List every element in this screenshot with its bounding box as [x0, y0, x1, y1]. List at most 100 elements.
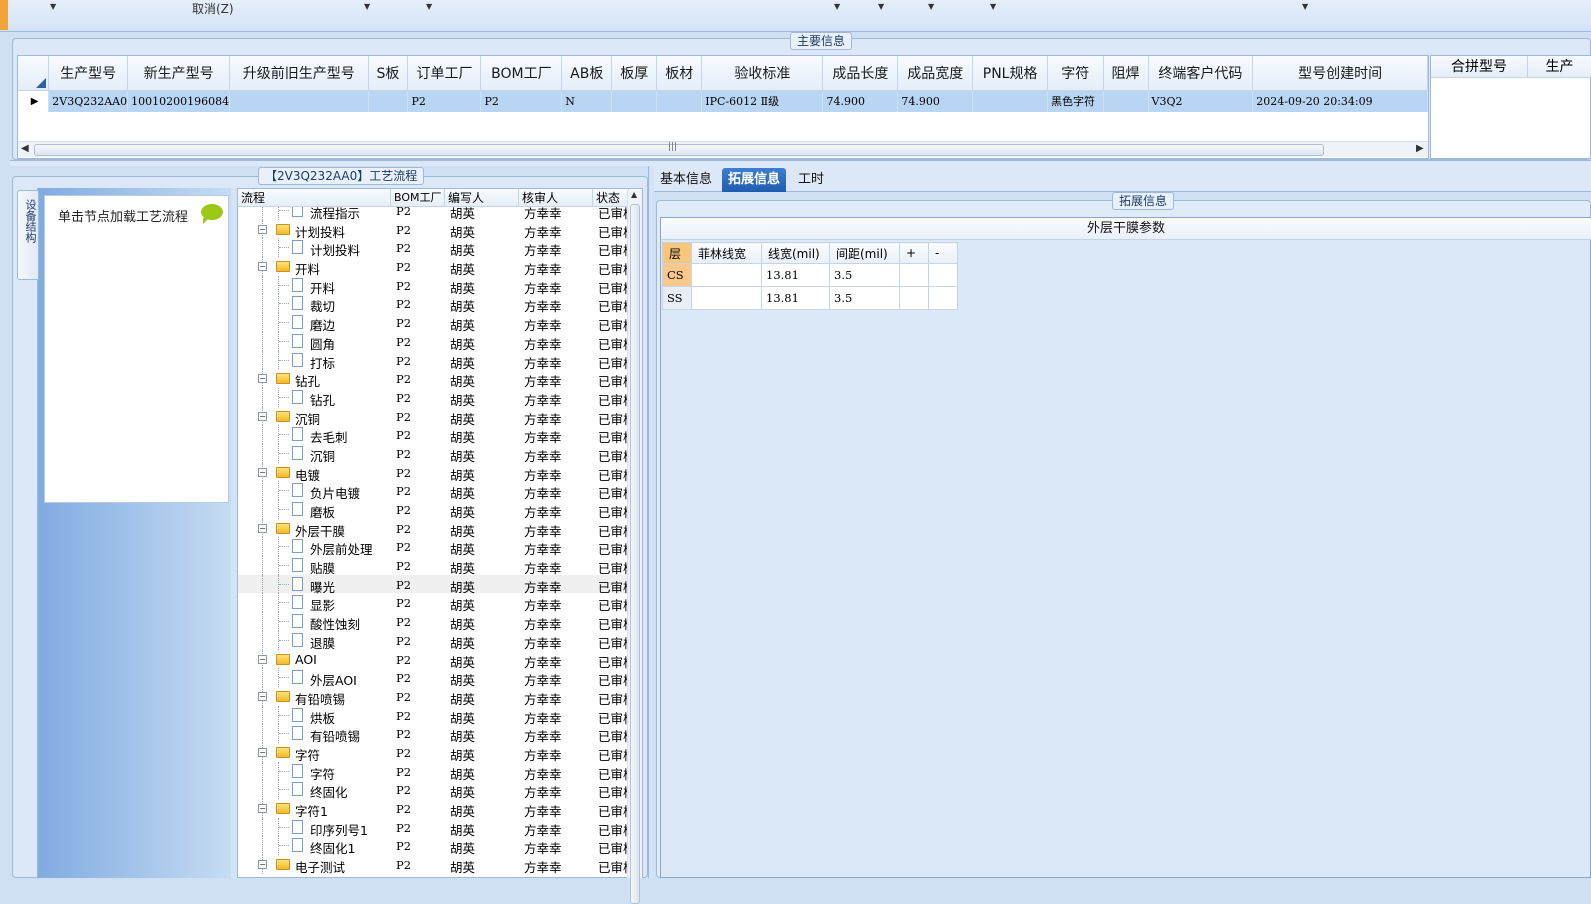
- table-cell[interactable]: [928, 263, 958, 287]
- remove-column-button[interactable]: -: [928, 242, 958, 264]
- tree-row[interactable]: − 电子测试 P2 胡英 方幸幸 已审核: [238, 855, 628, 875]
- tree-row[interactable]: 终固化1P2胡英方幸幸已审核: [238, 836, 628, 856]
- tree-header[interactable]: 编写人: [445, 189, 519, 207]
- collapse-icon[interactable]: −: [258, 262, 267, 272]
- scroll-up-icon[interactable]: ▲: [631, 190, 637, 199]
- tab-basic-info[interactable]: 基本信息: [654, 168, 718, 192]
- column-header[interactable]: 阻焊: [1103, 56, 1149, 91]
- tree-row[interactable]: 有铅喷锡P2胡英方幸幸已审核: [238, 724, 628, 744]
- tree-row[interactable]: 外层AOIP2胡英方幸幸已审核: [238, 668, 628, 688]
- table-cell[interactable]: 10010200196084: [127, 90, 231, 112]
- table-cell[interactable]: 74.900: [822, 90, 899, 112]
- table-cell[interactable]: [928, 286, 958, 310]
- table-cell[interactable]: P2: [407, 90, 482, 112]
- table-cell[interactable]: [229, 90, 369, 112]
- merge-header[interactable]: 合拼型号: [1431, 56, 1528, 78]
- table-cell[interactable]: [691, 263, 762, 287]
- scroll-left-icon[interactable]: ◀: [21, 143, 29, 154]
- table-cell[interactable]: P2: [480, 90, 563, 112]
- dropdown-arrow-icon[interactable]: ▼: [928, 2, 934, 11]
- dropdown-arrow-icon[interactable]: ▼: [426, 2, 432, 11]
- column-header[interactable]: 菲林线宽: [691, 242, 762, 264]
- tree-header[interactable]: 核审人: [519, 189, 593, 207]
- tree-row[interactable]: 钻孔P2胡英方幸幸已审核: [238, 387, 628, 408]
- dropdown-arrow-icon[interactable]: ▼: [990, 2, 996, 11]
- vertical-splitter[interactable]: [648, 166, 654, 878]
- horizontal-scrollbar[interactable]: ◀ ||| ▶: [18, 141, 1428, 157]
- add-column-button[interactable]: +: [899, 242, 929, 264]
- tree-vertical-scrollbar[interactable]: ▲: [627, 190, 642, 904]
- tree-row[interactable]: −计划投料P2胡英方幸幸已审核: [238, 219, 628, 240]
- tree-row[interactable]: 字符P2胡英方幸幸已审核: [238, 761, 628, 782]
- tree-row[interactable]: 退膜P2胡英方幸幸已审核: [238, 630, 628, 651]
- tree-row[interactable]: −AOIP2胡英方幸幸已审核: [238, 649, 628, 670]
- collapse-icon[interactable]: −: [258, 691, 267, 701]
- column-header[interactable]: 间距(mil): [829, 242, 900, 264]
- table-cell[interactable]: [611, 90, 658, 112]
- table-cell[interactable]: [368, 90, 409, 112]
- collapse-icon[interactable]: −: [258, 467, 267, 477]
- table-row[interactable]: ▶ 2V3Q232AA0 10010200196084 P2 P2 N IPC-6012 Ⅱ…: [18, 90, 1428, 112]
- table-cell[interactable]: 13.81: [761, 263, 830, 287]
- column-header[interactable]: 升级前旧生产型号: [229, 56, 369, 91]
- column-header[interactable]: 验收标准: [701, 56, 824, 91]
- column-header[interactable]: 板厚: [611, 56, 658, 91]
- column-header[interactable]: 终端客户代码: [1148, 56, 1254, 91]
- tree-header[interactable]: BOM工厂: [391, 189, 445, 207]
- column-header[interactable]: 成品宽度: [897, 56, 974, 91]
- merge-header[interactable]: 生产: [1528, 56, 1591, 78]
- tree-row[interactable]: 印序列号1P2胡英方幸幸已审核: [238, 817, 628, 838]
- tree-row[interactable]: 开料P2胡英方幸幸已审核: [238, 275, 628, 296]
- tree-row[interactable]: 贴膜P2胡英方幸幸已审核: [238, 556, 628, 576]
- collapse-icon[interactable]: −: [258, 411, 267, 421]
- tree-row[interactable]: 曝光P2胡英方幸幸已审核: [238, 574, 628, 595]
- tree-row[interactable]: −字符1P2胡英方幸幸已审核: [238, 799, 628, 819]
- collapse-icon[interactable]: −: [258, 523, 267, 533]
- cancel-button[interactable]: 取消(Z): [192, 0, 234, 17]
- column-header[interactable]: 字符: [1047, 56, 1104, 91]
- table-cell[interactable]: 13.81: [761, 286, 830, 310]
- tree-row[interactable]: 负片电镀P2胡英方幸幸已审核: [238, 481, 628, 501]
- table-cell[interactable]: [656, 90, 703, 112]
- tree-row[interactable]: −开料P2胡英方幸幸已审核: [238, 257, 628, 277]
- dropdown-arrow-icon[interactable]: ▼: [878, 2, 884, 11]
- table-cell[interactable]: [899, 263, 929, 287]
- table-cell[interactable]: 2024-09-20 20:34:09: [1252, 90, 1428, 112]
- table-cell[interactable]: 3.5: [829, 286, 900, 310]
- column-header[interactable]: 订单工厂: [407, 56, 482, 91]
- tree-row[interactable]: 显影P2胡英方幸幸已审核: [238, 593, 628, 613]
- tree-row[interactable]: 圆角P2胡英方幸幸已审核: [238, 331, 628, 352]
- table-cell[interactable]: V3Q2: [1148, 90, 1254, 112]
- collapse-icon[interactable]: −: [258, 860, 267, 870]
- table-cell[interactable]: N: [561, 90, 613, 112]
- column-header[interactable]: 生产型号: [48, 56, 129, 91]
- dropdown-arrow-icon[interactable]: ▼: [1302, 2, 1308, 11]
- table-cell[interactable]: 2V3Q232AA0: [48, 90, 129, 112]
- tree-row[interactable]: −沉铜P2胡英方幸幸已审核: [238, 406, 628, 427]
- tree-header[interactable]: 状态: [593, 189, 629, 207]
- scroll-right-icon[interactable]: ▶: [1416, 143, 1424, 154]
- tab-work-hours[interactable]: 工时: [792, 168, 830, 192]
- table-row[interactable]: CS 13.81 3.5: [662, 263, 958, 287]
- tree-header[interactable]: 流程: [238, 189, 391, 207]
- tree-row[interactable]: −字符P2胡英方幸幸已审核: [238, 742, 628, 763]
- tree-row[interactable]: 计划投料P2胡英方幸幸已审核: [238, 238, 628, 258]
- tree-row[interactable]: 裁切P2胡英方幸幸已审核: [238, 294, 628, 314]
- tree-row[interactable]: 终固化P2胡英方幸幸已审核: [238, 780, 628, 800]
- tree-row[interactable]: 烘板P2胡英方幸幸已审核: [238, 705, 628, 726]
- collapse-icon[interactable]: −: [258, 804, 267, 813]
- tree-row[interactable]: −钻孔P2胡英方幸幸已审核: [238, 369, 628, 389]
- column-header[interactable]: 板材: [656, 56, 703, 91]
- tree-row[interactable]: 磨边P2胡英方幸幸已审核: [238, 313, 628, 333]
- tree-row[interactable]: 磨板P2胡英方幸幸已审核: [238, 500, 628, 520]
- column-header[interactable]: 新生产型号: [127, 56, 231, 91]
- collapse-icon[interactable]: −: [258, 374, 267, 384]
- column-header[interactable]: 层: [662, 242, 692, 264]
- column-header[interactable]: 型号创建时间: [1252, 56, 1428, 91]
- table-cell[interactable]: IPC-6012 Ⅱ级: [701, 90, 824, 112]
- column-header[interactable]: S板: [368, 56, 409, 91]
- table-cell[interactable]: [691, 286, 762, 310]
- tree-row[interactable]: 酸性蚀刻P2胡英方幸幸已审核: [238, 612, 628, 632]
- table-cell[interactable]: [1103, 90, 1149, 112]
- table-row[interactable]: SS 13.81 3.5: [662, 286, 958, 310]
